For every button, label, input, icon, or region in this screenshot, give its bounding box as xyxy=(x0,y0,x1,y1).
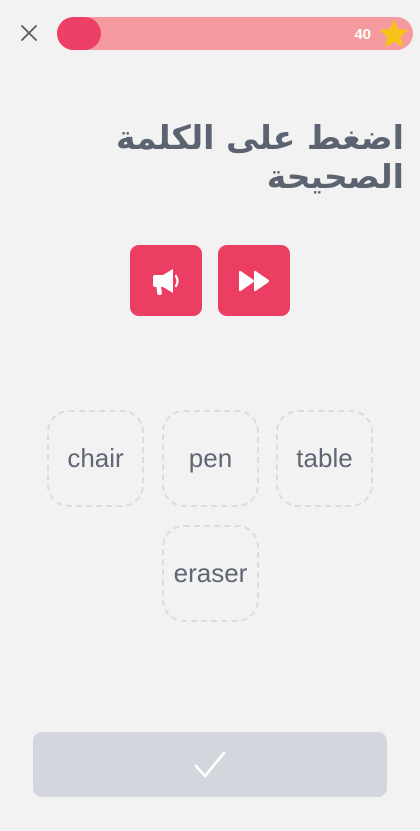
score-count: 40 xyxy=(354,26,371,43)
word-option-eraser[interactable]: eraser xyxy=(162,525,259,622)
star-icon xyxy=(380,20,408,47)
progress-fill xyxy=(57,17,101,50)
close-button[interactable] xyxy=(16,20,42,46)
check-button[interactable] xyxy=(33,732,387,797)
word-option-chair[interactable]: chair xyxy=(47,410,144,507)
close-icon xyxy=(21,25,37,41)
word-option-table[interactable]: table xyxy=(276,410,373,507)
fast-audio-button[interactable] xyxy=(218,245,290,316)
play-audio-button[interactable] xyxy=(130,245,202,316)
progress-bar: 40 xyxy=(57,17,413,50)
fast-forward-icon xyxy=(239,270,269,291)
instruction-text: اضغط على الكلمة الصحيحة xyxy=(115,118,404,196)
word-option-pen[interactable]: pen xyxy=(162,410,259,507)
megaphone-icon xyxy=(153,268,179,295)
checkmark-icon xyxy=(194,751,226,777)
